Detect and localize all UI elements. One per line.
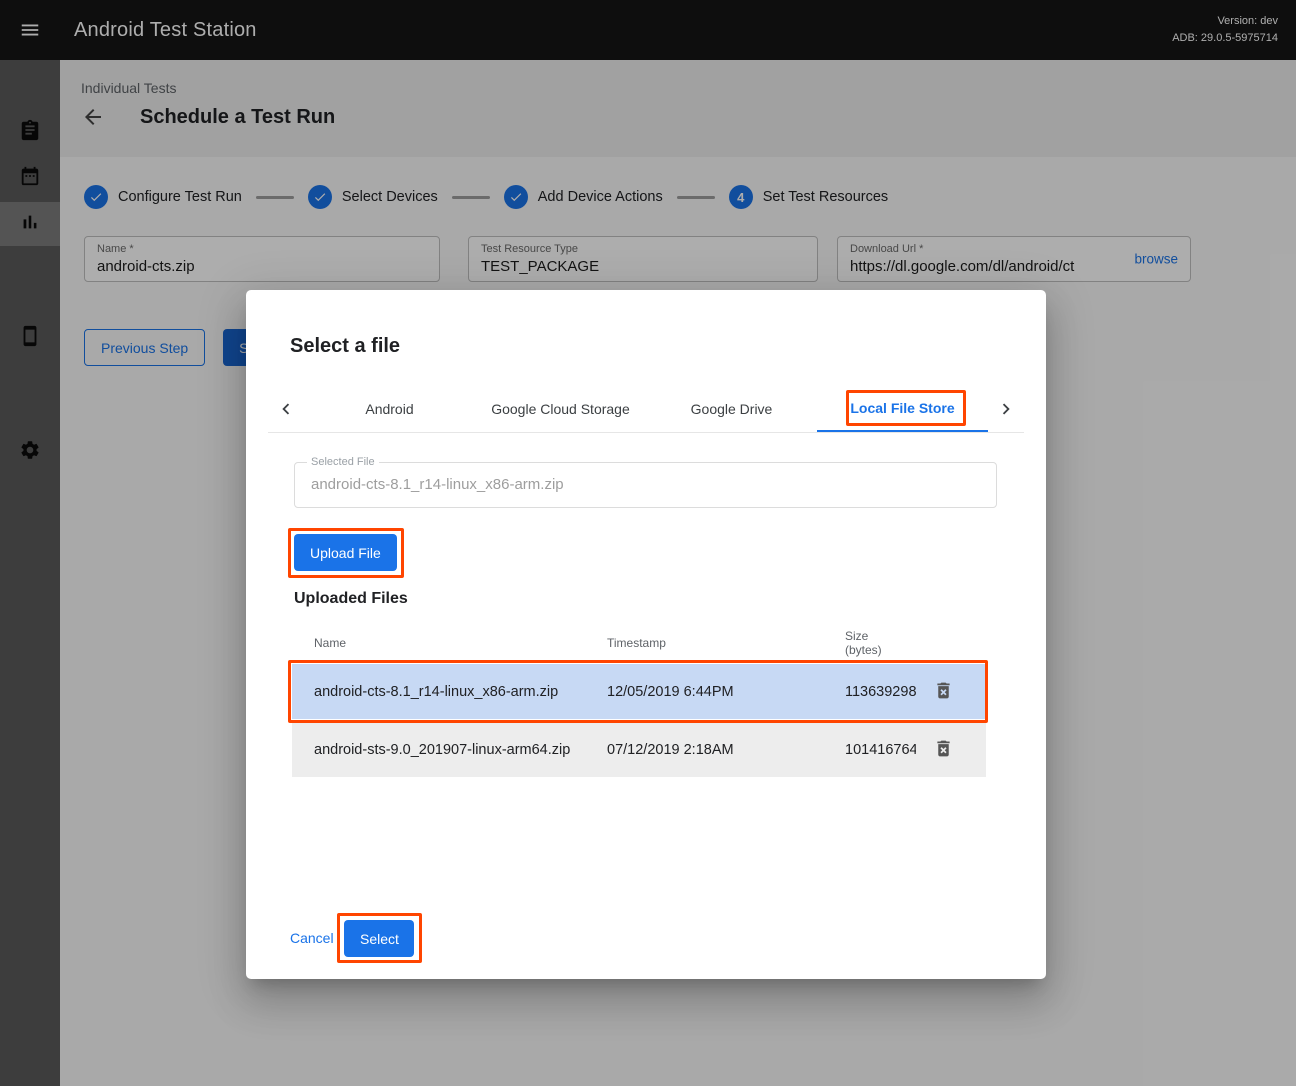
delete-file-button[interactable] [928,677,958,707]
chevron-left-icon[interactable] [268,385,304,432]
column-header-size: Size (bytes) [826,629,916,658]
file-name-cell: android-cts-8.1_r14-linux_x86-arm.zip [292,684,586,700]
trash-icon [933,680,954,704]
dialog-title: Select a file [290,335,400,358]
column-header-name: Name [292,636,586,650]
table-header-row: Name Timestamp Size (bytes) [292,622,986,664]
tab-local-file-store[interactable]: Local File Store [817,385,988,432]
uploaded-files-table: Name Timestamp Size (bytes) android-cts-… [292,622,986,780]
file-source-tabs: Android Google Cloud Storage Google Driv… [268,385,1024,433]
selected-file-value: android-cts-8.1_r14-linux_x86-arm.zip [295,463,996,507]
delete-file-button[interactable] [928,735,958,765]
file-name-cell: android-sts-9.0_201907-linux-arm64.zip [292,742,586,758]
tab-google-cloud-storage[interactable]: Google Cloud Storage [475,385,646,432]
size-cell: 113639298 [826,684,916,700]
selected-file-field: Selected File android-cts-8.1_r14-linux_… [294,462,997,508]
tab-android[interactable]: Android [304,385,475,432]
uploaded-files-title: Uploaded Files [294,590,408,608]
timestamp-cell: 07/12/2019 2:18AM [586,742,826,758]
table-row[interactable]: android-cts-8.1_r14-linux_x86-arm.zip 12… [292,664,986,719]
select-button[interactable]: Select [344,920,414,957]
upload-file-button[interactable]: Upload File [294,534,397,571]
timestamp-cell: 12/05/2019 6:44PM [586,684,826,700]
trash-icon [933,738,954,762]
table-row[interactable]: android-sts-9.0_201907-linux-arm64.zip 0… [292,722,986,777]
cancel-button[interactable]: Cancel [290,930,334,946]
select-file-dialog: Select a file Android Google Cloud Stora… [246,290,1046,979]
size-cell: 101416764 [826,742,916,758]
column-header-timestamp: Timestamp [586,636,826,650]
chevron-right-icon[interactable] [988,385,1024,432]
selected-file-label: Selected File [307,456,379,468]
tab-google-drive[interactable]: Google Drive [646,385,817,432]
